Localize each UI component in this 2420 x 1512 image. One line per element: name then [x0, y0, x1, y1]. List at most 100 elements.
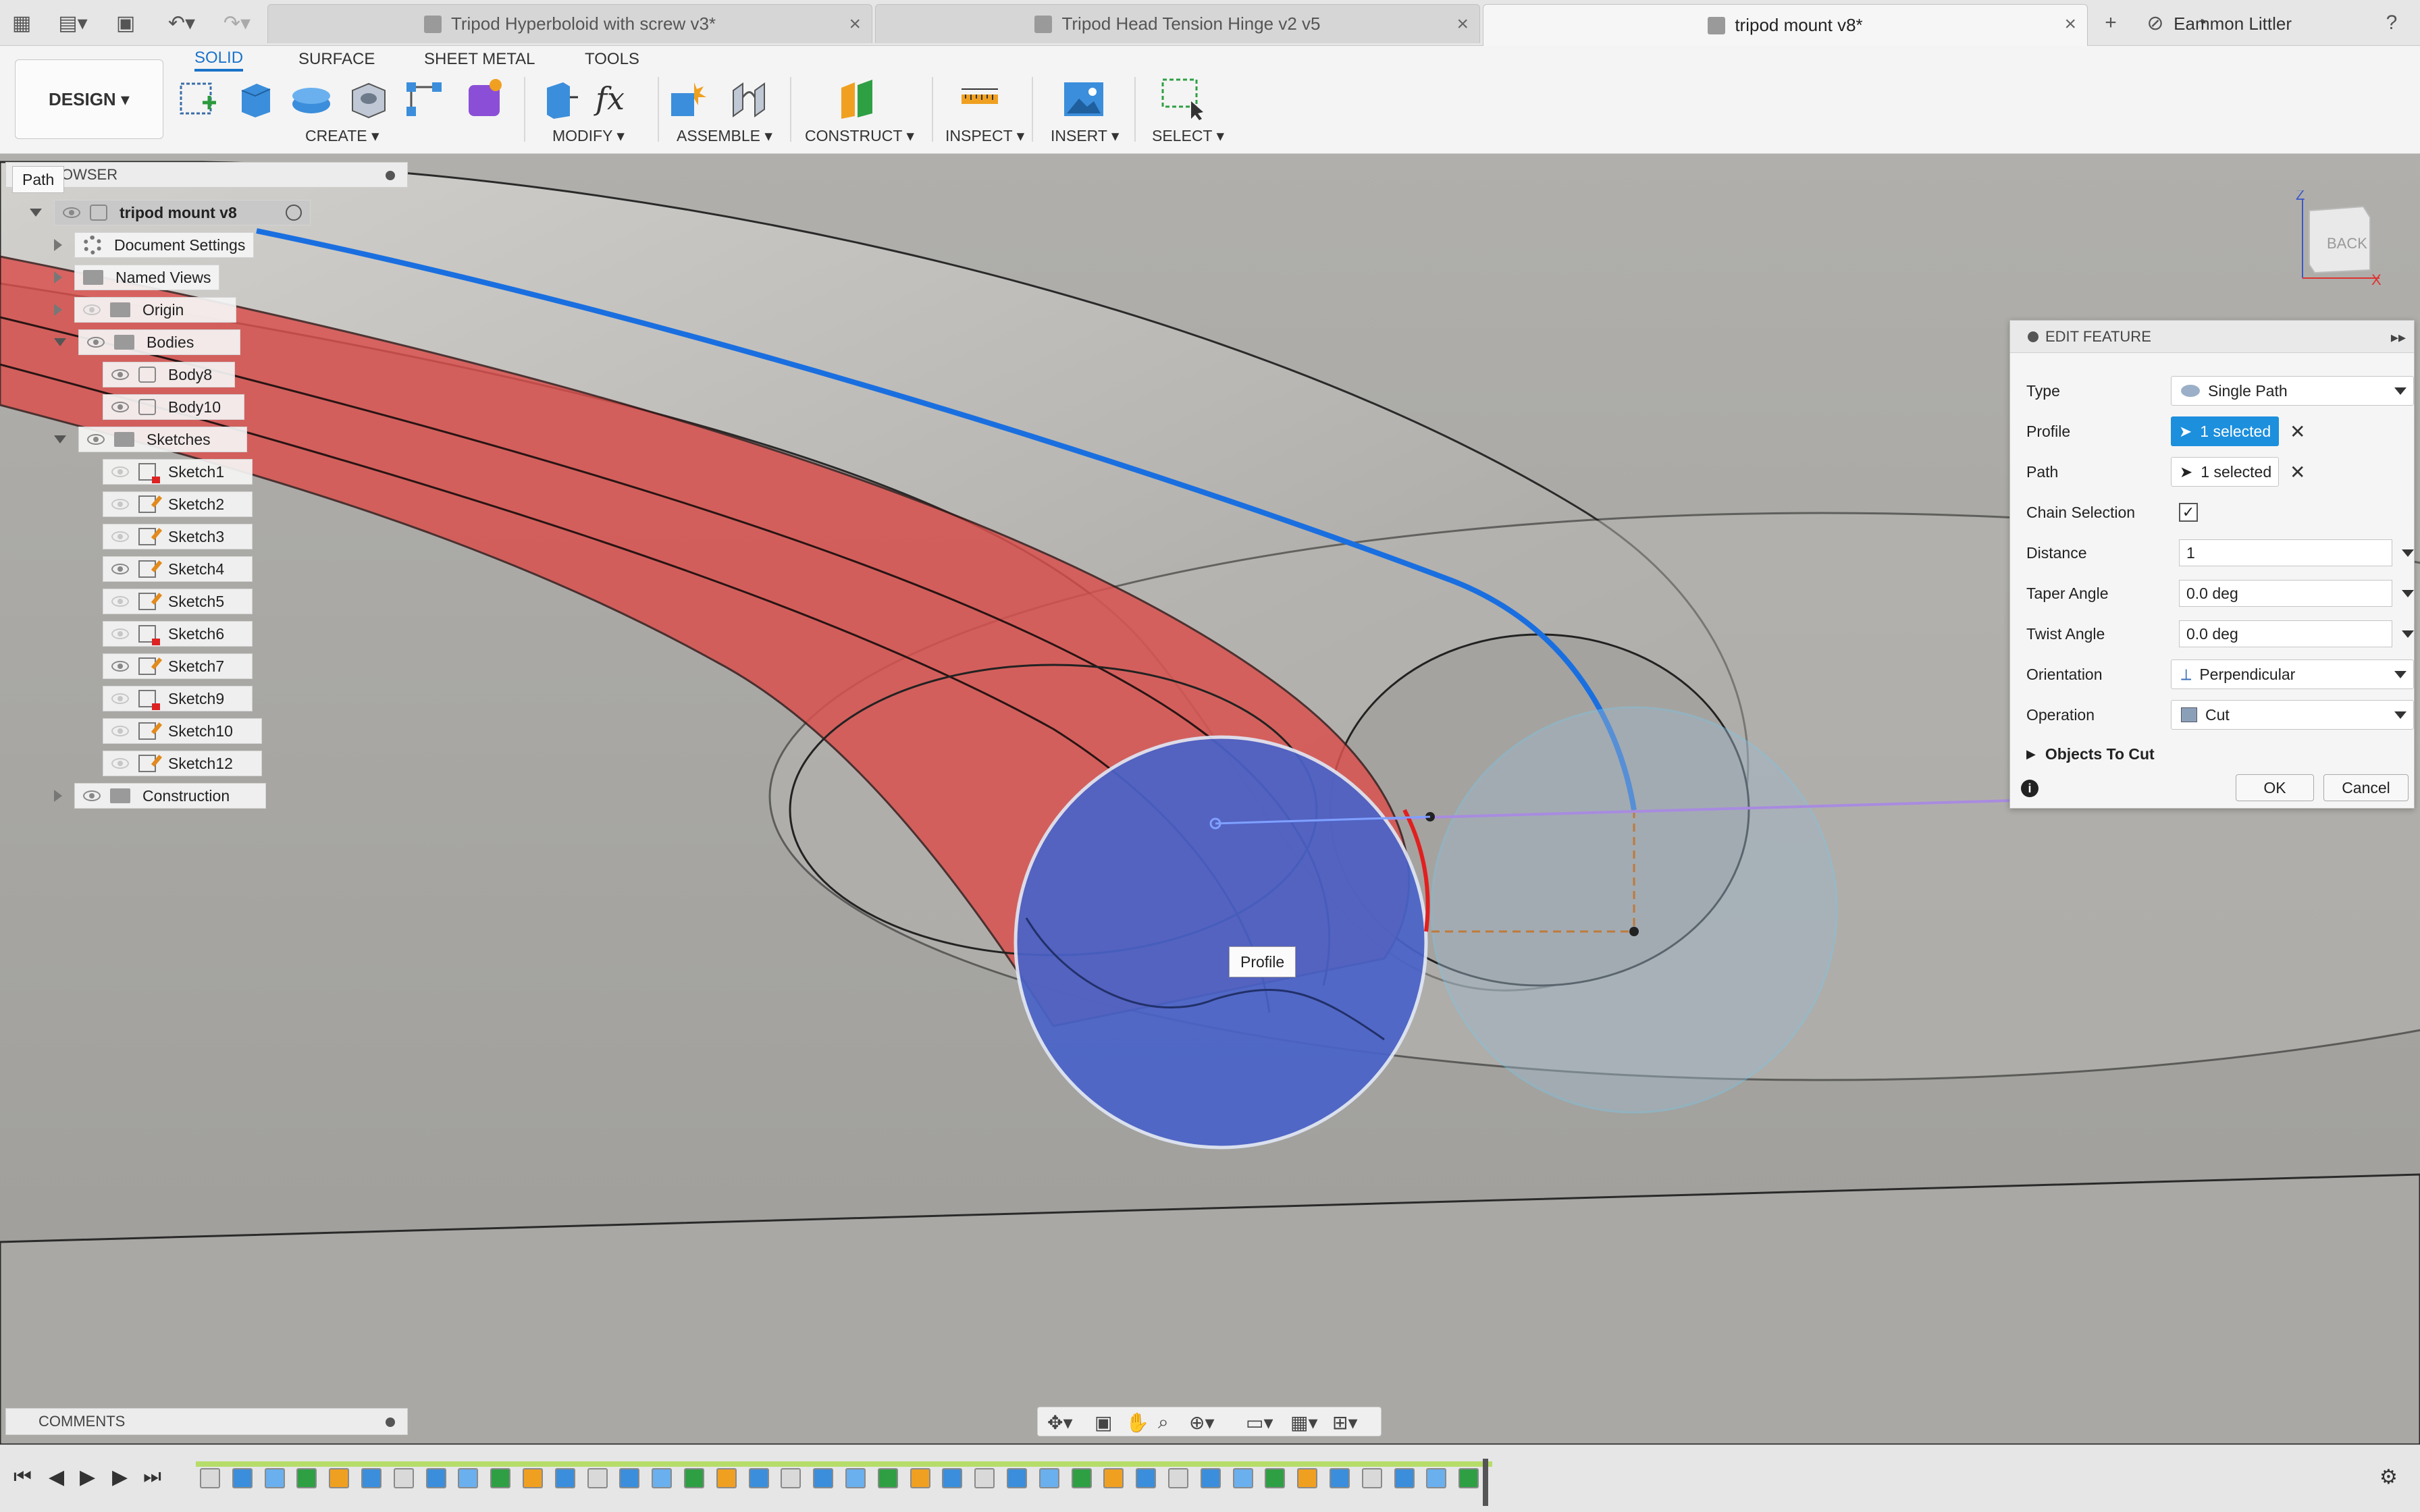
- tree-item-box[interactable]: Document Settings: [74, 232, 255, 258]
- go-to-end-icon[interactable]: ⏭: [143, 1465, 161, 1488]
- tree-item-sketch1[interactable]: Sketch1: [103, 459, 253, 485]
- tree-item-sketch5[interactable]: Sketch5: [103, 589, 253, 614]
- tab-tripod-hyperboloid[interactable]: Tripod Hyperboloid with screw v3* ×: [267, 4, 872, 43]
- tree-item-box[interactable]: Sketches: [78, 427, 247, 452]
- select-menu[interactable]: SELECT ▾: [1152, 127, 1224, 145]
- construct-menu[interactable]: CONSTRUCT ▾: [805, 127, 914, 145]
- timeline-feature-icon[interactable]: [425, 1468, 446, 1488]
- comments-panel-header[interactable]: COMMENTS: [5, 1408, 408, 1435]
- tree-item-box[interactable]: Body8: [103, 362, 235, 387]
- tab-surface[interactable]: SURFACE: [298, 47, 375, 72]
- tree-item-body10[interactable]: Body10: [103, 394, 244, 420]
- taper-angle-input[interactable]: 0.0 deg: [2179, 580, 2392, 607]
- timeline-feature-icon[interactable]: [296, 1468, 317, 1488]
- chevron-down-icon[interactable]: [2402, 549, 2414, 557]
- close-icon[interactable]: ×: [2064, 13, 2076, 36]
- visibility-eye-icon[interactable]: [111, 402, 129, 412]
- offset-plane-icon[interactable]: [835, 77, 879, 122]
- timeline-feature-icon[interactable]: [1361, 1468, 1382, 1488]
- timeline-feature-icon[interactable]: [877, 1468, 898, 1488]
- browser-panel-header[interactable]: OWSER: [5, 162, 408, 188]
- distance-input[interactable]: 1: [2179, 539, 2392, 566]
- tree-item-box[interactable]: Sketch7: [103, 653, 253, 679]
- tree-item-sketch4[interactable]: Sketch4: [103, 556, 253, 582]
- profile-select-button[interactable]: ➤ 1 selected: [2171, 416, 2279, 446]
- tree-item-sketch7[interactable]: Sketch7: [103, 653, 253, 679]
- twist-angle-input[interactable]: 0.0 deg: [2179, 620, 2392, 647]
- selected-profile-circle[interactable]: [1014, 735, 1428, 1150]
- create-sketch-icon[interactable]: [176, 77, 220, 122]
- extensions-icon[interactable]: ⊘: [2140, 8, 2170, 38]
- timeline-feature-icon[interactable]: [1200, 1468, 1221, 1488]
- tree-item-sketch6[interactable]: Sketch6: [103, 621, 253, 647]
- tree-item-document-settings[interactable]: Document Settings: [54, 232, 255, 258]
- tree-item-sketch3[interactable]: Sketch3: [103, 524, 253, 549]
- timeline-feature-icon[interactable]: [1232, 1468, 1253, 1488]
- visibility-eye-icon[interactable]: [83, 790, 101, 801]
- visibility-eye-icon[interactable]: [63, 207, 80, 218]
- expand-toggle-icon[interactable]: [54, 239, 62, 251]
- close-icon[interactable]: ×: [849, 13, 861, 36]
- tree-item-origin[interactable]: Origin: [54, 297, 236, 323]
- timeline-feature-icon[interactable]: [329, 1468, 350, 1488]
- visibility-eye-icon[interactable]: [87, 434, 105, 445]
- timeline-feature-icon[interactable]: [1038, 1468, 1059, 1488]
- insert-image-icon[interactable]: [1061, 77, 1106, 122]
- expand-dialog-icon[interactable]: ▸▸: [2391, 329, 2406, 346]
- tree-item-box[interactable]: Sketch2: [103, 491, 253, 517]
- timeline-feature-icon[interactable]: [458, 1468, 479, 1488]
- tree-item-body8[interactable]: Body8: [103, 362, 235, 387]
- visibility-eye-icon[interactable]: [83, 304, 101, 315]
- timeline-feature-icon[interactable]: [361, 1468, 382, 1488]
- tree-item-box[interactable]: Sketch9: [103, 686, 253, 711]
- timeline-feature-icon[interactable]: [910, 1468, 930, 1488]
- tree-item-box[interactable]: Sketch1: [103, 459, 253, 485]
- extrude-icon[interactable]: [232, 77, 277, 122]
- visibility-eye-icon[interactable]: [111, 661, 129, 672]
- tree-root[interactable]: tripod mount v8: [30, 200, 311, 225]
- clear-profile-icon[interactable]: ✕: [2290, 421, 2305, 443]
- expand-toggle-icon[interactable]: [54, 271, 62, 284]
- type-dropdown[interactable]: Single Path: [2171, 376, 2414, 406]
- grid-icon[interactable]: ▦▾: [1290, 1411, 1318, 1434]
- timeline-feature-icon[interactable]: [813, 1468, 834, 1488]
- window-select-icon[interactable]: [1160, 77, 1205, 122]
- tree-item-box[interactable]: Sketch12: [103, 751, 262, 776]
- timeline-feature-icon[interactable]: [942, 1468, 963, 1488]
- tree-item-sketches[interactable]: Sketches: [54, 427, 247, 452]
- collapse-icon[interactable]: [386, 171, 395, 180]
- tree-item-construction[interactable]: Construction: [54, 783, 266, 809]
- timeline-feature-icon[interactable]: [781, 1468, 801, 1488]
- ok-button[interactable]: OK: [2236, 774, 2314, 801]
- info-icon[interactable]: i: [2021, 780, 2038, 797]
- timeline-feature-icon[interactable]: [1426, 1468, 1447, 1488]
- file-menu-icon[interactable]: ▤▾: [53, 8, 93, 38]
- expand-arrow-icon[interactable]: ▶: [2026, 747, 2036, 761]
- tree-item-sketch2[interactable]: Sketch2: [103, 491, 253, 517]
- timeline-feature-icon[interactable]: [1071, 1468, 1092, 1488]
- tree-item-named-views[interactable]: Named Views: [54, 265, 220, 290]
- expand-toggle-icon[interactable]: [30, 209, 42, 217]
- zoom-icon[interactable]: ⌕: [1158, 1411, 1169, 1434]
- dialog-header[interactable]: EDIT FEATURE ▸▸: [2010, 321, 2414, 353]
- path-select-button[interactable]: ➤ 1 selected: [2171, 457, 2279, 487]
- inspect-menu[interactable]: INSPECT ▾: [945, 127, 1024, 145]
- assemble-menu[interactable]: ASSEMBLE ▾: [677, 127, 772, 145]
- pan-hand-icon[interactable]: ✋: [1126, 1411, 1149, 1434]
- orbit-icon[interactable]: ✥▾: [1047, 1411, 1073, 1434]
- timeline-feature-icon[interactable]: [684, 1468, 704, 1488]
- tab-tripod-mount[interactable]: tripod mount v8* ×: [1483, 4, 2088, 46]
- objects-to-cut-row[interactable]: ▶ Objects To Cut: [2026, 738, 2404, 770]
- workspace-switcher[interactable]: DESIGN ▾: [15, 59, 163, 139]
- timeline-feature-icon[interactable]: [1136, 1468, 1157, 1488]
- visibility-eye-icon[interactable]: [111, 758, 129, 769]
- visibility-eye-icon[interactable]: [111, 369, 129, 380]
- tree-item-box[interactable]: Sketch6: [103, 621, 253, 647]
- shell-icon[interactable]: [346, 77, 390, 122]
- redo-icon[interactable]: ↷▾: [213, 8, 261, 38]
- revolve-icon[interactable]: [289, 77, 334, 122]
- save-icon[interactable]: ▣: [112, 8, 139, 38]
- tree-item-sketch12[interactable]: Sketch12: [103, 751, 262, 776]
- operation-dropdown[interactable]: Cut: [2171, 700, 2414, 730]
- timeline-feature-icon[interactable]: [845, 1468, 866, 1488]
